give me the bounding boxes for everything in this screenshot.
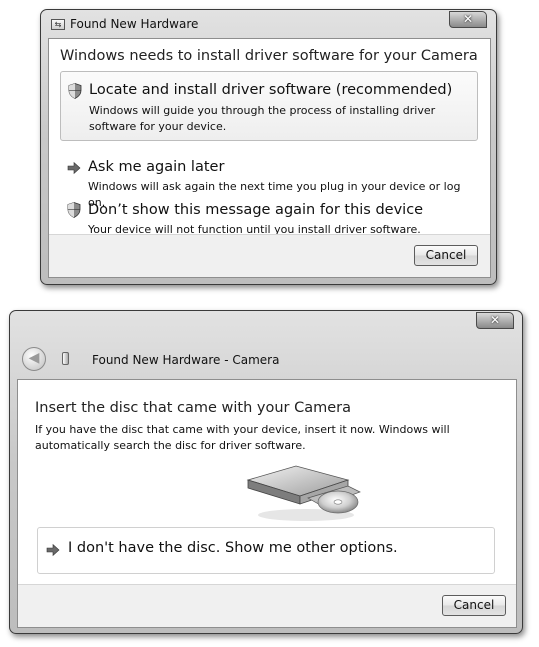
arrow-icon xyxy=(46,543,60,557)
dialog-heading: Windows needs to install driver software… xyxy=(60,48,478,64)
shield-icon xyxy=(67,202,81,218)
close-icon: ✕ xyxy=(489,313,501,327)
wizard-content: Insert the disc that came with your Came… xyxy=(17,379,517,628)
title-bar[interactable]: ✕ xyxy=(10,311,522,339)
wizard-heading: Insert the disc that came with your Came… xyxy=(35,400,352,416)
close-button[interactable]: ✕ xyxy=(476,312,514,329)
window-title: Found New Hardware xyxy=(70,17,199,31)
cancel-button[interactable]: Cancel xyxy=(442,595,506,616)
option-title: Locate and install driver software (reco… xyxy=(89,82,453,98)
back-button[interactable]: ◀ xyxy=(22,347,46,371)
wizard-instructions: If you have the disc that came with your… xyxy=(35,423,450,452)
option-dont-show-again[interactable]: Don’t show this message again for this d… xyxy=(60,194,478,236)
hardware-window-icon: ⇆ xyxy=(51,19,65,30)
wizard-footer: Cancel xyxy=(18,584,516,627)
link-text: I don't have the disc. Show me other opt… xyxy=(68,540,398,556)
cancel-button[interactable]: Cancel xyxy=(414,245,478,266)
back-arrow-icon: ◀ xyxy=(28,350,40,366)
disc-drive-icon xyxy=(246,465,361,521)
option-description: Windows will guide you through the proce… xyxy=(89,104,436,133)
wizard-title: Found New Hardware - Camera xyxy=(92,353,280,367)
option-locate-and-install[interactable]: Locate and install driver software (reco… xyxy=(60,71,478,141)
arrow-icon xyxy=(67,161,81,175)
dialog-footer: Cancel xyxy=(49,234,490,277)
option-title: Ask me again later xyxy=(88,159,225,175)
title-bar[interactable]: ⇆ Found New Hardware ✕ xyxy=(41,10,496,38)
found-new-hardware-camera-wizard: ✕ ◀ Found New Hardware - Camera Insert t… xyxy=(9,310,523,634)
option-ask-again-later[interactable]: Ask me again later Windows will ask agai… xyxy=(60,151,478,209)
close-button[interactable]: ✕ xyxy=(449,11,487,28)
dialog-content: Windows needs to install driver software… xyxy=(48,38,491,278)
option-title: Don’t show this message again for this d… xyxy=(88,202,424,218)
shield-icon xyxy=(68,83,82,99)
no-disc-options-link[interactable]: I don't have the disc. Show me other opt… xyxy=(37,527,495,574)
close-icon: ✕ xyxy=(462,12,474,26)
usb-device-icon xyxy=(62,352,69,365)
found-new-hardware-dialog: ⇆ Found New Hardware ✕ Windows needs to … xyxy=(40,9,497,285)
